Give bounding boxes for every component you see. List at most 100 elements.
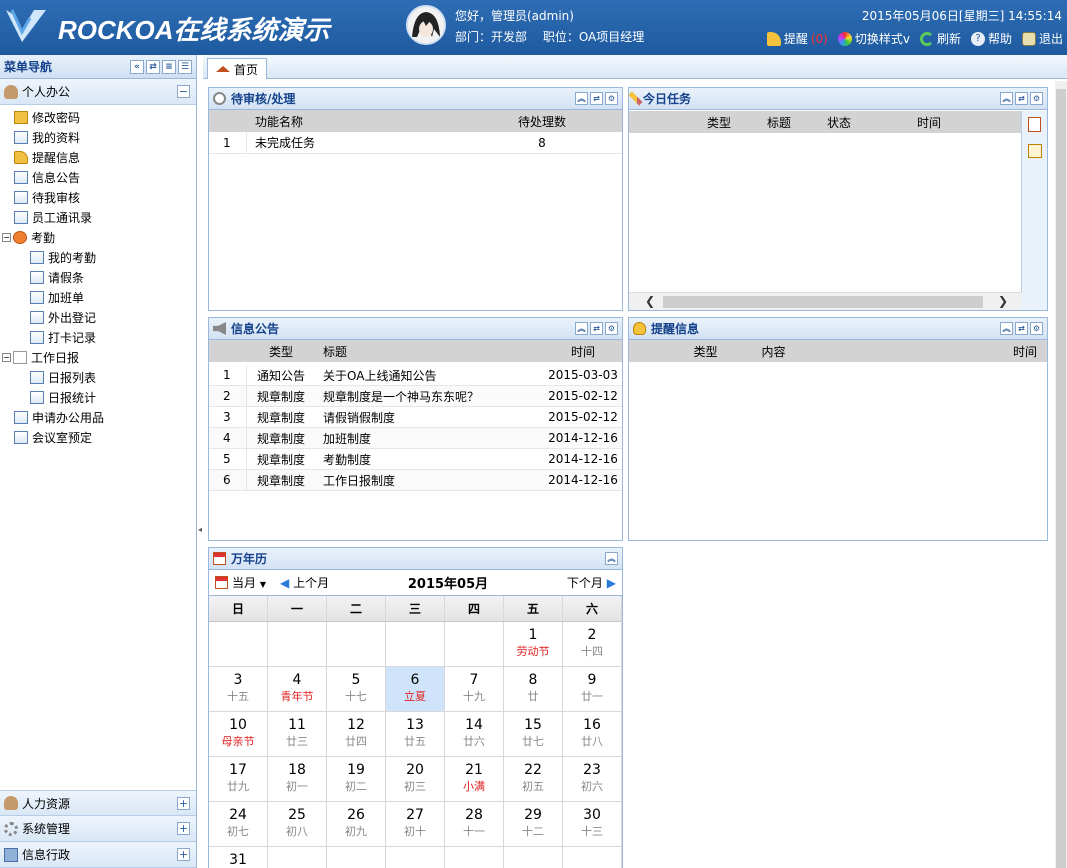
table-row[interactable]: 6 规章制度 工作日报制度 2014-12-16 (209, 470, 622, 491)
sidebar-item-pending-review[interactable]: 待我审核 (0, 187, 196, 207)
calendar-day[interactable]: 19 初二 (327, 757, 386, 802)
prev-month-button[interactable]: ◀ 上个月 (280, 574, 329, 591)
calendar-day[interactable]: 2 十四 (563, 622, 622, 667)
gear-icon[interactable]: ⚙ (605, 322, 618, 335)
calendar-day-today[interactable]: 6 立夏 (386, 667, 445, 712)
calendar-day[interactable]: 15 廿七 (504, 712, 563, 757)
refresh-icon[interactable]: ⇄ (590, 322, 603, 335)
calendar-day[interactable]: 23 初六 (563, 757, 622, 802)
gear-icon[interactable]: ⚙ (1030, 92, 1043, 105)
sidebar-item-change-password[interactable]: 修改密码 (0, 107, 196, 127)
group-system[interactable]: 系统管理 + (0, 816, 196, 842)
calendar-day[interactable]: 1 劳动节 (504, 622, 563, 667)
calendar-day[interactable]: 18 初一 (268, 757, 327, 802)
refresh-icon[interactable]: ⇄ (1015, 322, 1028, 335)
calendar-day[interactable]: 16 廿八 (563, 712, 622, 757)
sidebar-item-meeting-room[interactable]: 会议室预定 (0, 427, 196, 447)
calendar-day[interactable]: 24 初七 (209, 802, 268, 847)
gear-icon[interactable]: ⚙ (605, 92, 618, 105)
calendar-day[interactable]: 4 青年节 (268, 667, 327, 712)
collapse-panel-icon[interactable]: ︽ (1000, 322, 1013, 335)
collapse-left-icon[interactable]: « (130, 59, 144, 74)
calendar-day[interactable]: 7 十九 (445, 667, 504, 712)
sidebar-item-reminders[interactable]: 提醒信息 (0, 147, 196, 167)
group-personal-office[interactable]: 个人办公 − (0, 79, 196, 105)
sidebar-item-my-profile[interactable]: 我的资料 (0, 127, 196, 147)
calendar-day[interactable]: 13 廿五 (386, 712, 445, 757)
avatar[interactable] (406, 5, 446, 45)
expand-all-icon[interactable]: ≡ (162, 59, 176, 74)
sidebar-item-overtime[interactable]: 加班单 (0, 287, 196, 307)
sidebar-item-leave[interactable]: 请假条 (0, 267, 196, 287)
switch-style-button[interactable]: 切换样式v (837, 30, 910, 47)
refresh-icon[interactable]: ⇄ (590, 92, 603, 105)
collapse-icon[interactable]: − (177, 85, 190, 98)
table-row[interactable]: 5 规章制度 考勤制度 2014-12-16 (209, 449, 622, 470)
calendar-day[interactable]: 31 (209, 847, 268, 868)
main-vscrollbar[interactable] (1055, 81, 1067, 868)
collapse-arrow-icon[interactable]: ◂ (198, 525, 202, 539)
today-hscrollbar[interactable]: ❮ ❯ (629, 292, 1022, 310)
group-admin[interactable]: 信息行政 + (0, 842, 196, 868)
sidebar-item-office-supplies[interactable]: 申请办公用品 (0, 407, 196, 427)
calendar-day[interactable]: 25 初八 (268, 802, 327, 847)
list-icon[interactable] (1028, 117, 1041, 132)
calendar-day[interactable]: 27 初十 (386, 802, 445, 847)
this-month-dropdown[interactable]: 当月 ▼ (232, 574, 266, 591)
sidebar-item-report-stats[interactable]: 日报统计 (0, 387, 196, 407)
refresh-button[interactable]: 刷新 (919, 30, 961, 47)
list-icon[interactable]: ☰ (178, 59, 192, 74)
sidebar-item-contacts[interactable]: 员工通讯录 (0, 207, 196, 227)
refresh-icon[interactable]: ⇄ (1015, 92, 1028, 105)
collapse-node-icon[interactable]: − (2, 352, 11, 362)
scroll-right-icon[interactable]: ❯ (998, 294, 1008, 308)
sidebar-item-outing[interactable]: 外出登记 (0, 307, 196, 327)
sidebar-item-report-list[interactable]: 日报列表 (0, 367, 196, 387)
calendar-day[interactable]: 20 初三 (386, 757, 445, 802)
calendar-day[interactable]: 11 廿三 (268, 712, 327, 757)
table-row[interactable]: 1 未完成任务 8 (209, 132, 622, 154)
calendar-day[interactable]: 5 十七 (327, 667, 386, 712)
calendar-day[interactable]: 17 廿九 (209, 757, 268, 802)
collapse-panel-icon[interactable]: ︽ (575, 322, 588, 335)
chart-icon[interactable] (1027, 144, 1042, 158)
remind-button[interactable]: 提醒 (0) (766, 30, 828, 47)
help-button[interactable]: ? 帮助 (970, 30, 1012, 47)
tab-home[interactable]: 首页 (207, 58, 268, 79)
expand-icon[interactable]: + (177, 796, 190, 810)
scroll-thumb[interactable] (663, 296, 983, 308)
calendar-day[interactable]: 26 初九 (327, 802, 386, 847)
calendar-day[interactable]: 29 十二 (504, 802, 563, 847)
calendar-day[interactable]: 14 廿六 (445, 712, 504, 757)
gear-icon[interactable]: ⚙ (1030, 322, 1043, 335)
collapse-panel-icon[interactable]: ︽ (575, 92, 588, 105)
expand-icon[interactable]: + (177, 822, 190, 835)
table-row[interactable]: 4 规章制度 加班制度 2014-12-16 (209, 428, 622, 449)
calendar-day[interactable]: 9 廿一 (563, 667, 622, 712)
calendar-day[interactable]: 28 十一 (445, 802, 504, 847)
sidebar-item-my-attendance[interactable]: 我的考勤 (0, 247, 196, 267)
collapse-panel-icon[interactable]: ︽ (605, 552, 618, 565)
sidebar-item-notices[interactable]: 信息公告 (0, 167, 196, 187)
collapse-panel-icon[interactable]: ︽ (1000, 92, 1013, 105)
sidebar-item-attendance[interactable]: − 考勤 (0, 227, 196, 247)
table-row[interactable]: 2 规章制度 规章制度是一个神马东东呢？ 2015-02-12 (209, 386, 622, 407)
calendar-day[interactable]: 12 廿四 (327, 712, 386, 757)
scroll-thumb[interactable] (1056, 89, 1066, 868)
table-row[interactable]: 1 通知公告 关于OA上线通知公告 2015-03-03 (209, 365, 622, 386)
refresh-icon[interactable]: ⇄ (146, 59, 160, 74)
calendar-day[interactable]: 22 初五 (504, 757, 563, 802)
logout-button[interactable]: 退出 (1021, 30, 1063, 47)
calendar-day[interactable]: 3 十五 (209, 667, 268, 712)
calendar-day[interactable]: 30 十三 (563, 802, 622, 847)
group-hr[interactable]: 人力资源 + (0, 790, 196, 816)
calendar-day[interactable]: 21 小满 (445, 757, 504, 802)
collapse-node-icon[interactable]: − (2, 232, 11, 242)
calendar-day[interactable]: 8廿 (504, 667, 563, 712)
table-row[interactable]: 3 规章制度 请假销假制度 2015-02-12 (209, 407, 622, 428)
expand-icon[interactable]: + (177, 848, 190, 861)
scroll-left-icon[interactable]: ❮ (645, 294, 655, 308)
sidebar-item-daily-report[interactable]: − 工作日报 (0, 347, 196, 367)
next-month-button[interactable]: 下个月 ▶ (567, 574, 616, 591)
sidebar-item-punch-records[interactable]: 打卡记录 (0, 327, 196, 347)
